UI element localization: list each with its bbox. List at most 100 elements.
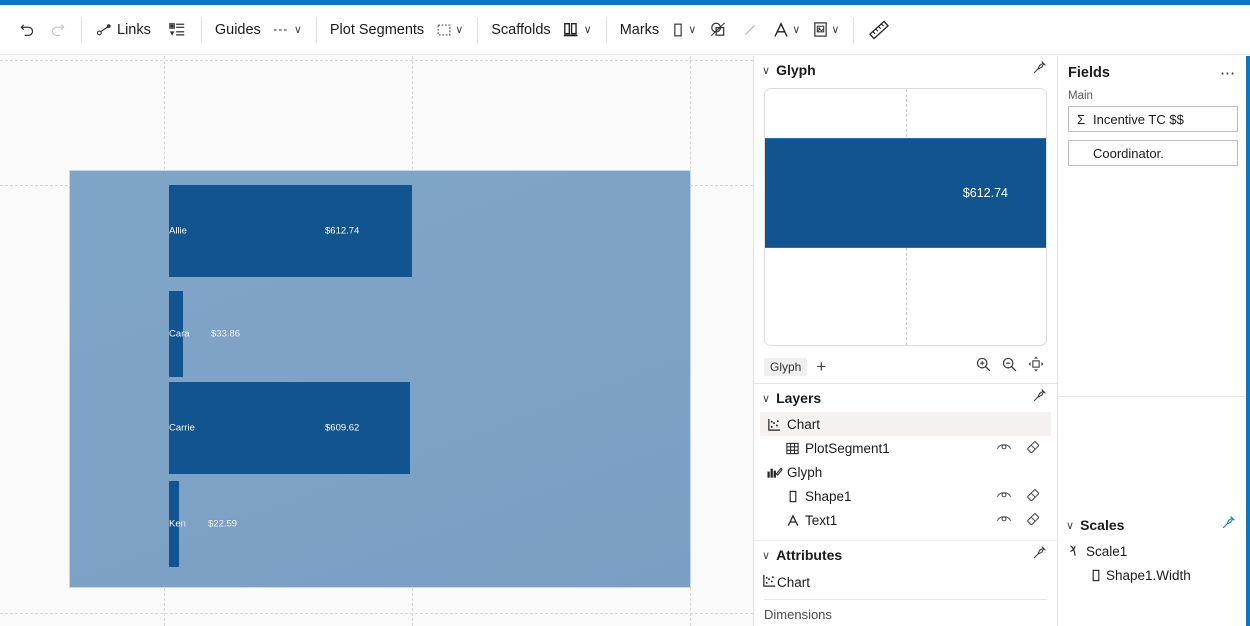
- chevron-down-icon: ∨: [584, 23, 592, 36]
- scatter-chart-icon: [764, 417, 785, 432]
- eraser-icon[interactable]: [1025, 487, 1041, 506]
- bar-row[interactable]: Cara $33.86: [70, 291, 690, 377]
- marks-rectangle-button[interactable]: ∨: [665, 14, 701, 46]
- scaffolds-dropdown-button[interactable]: ∨: [557, 14, 597, 46]
- eraser-icon[interactable]: [1025, 439, 1041, 458]
- bar-mark[interactable]: [169, 382, 410, 474]
- pin-icon[interactable]: [1032, 545, 1047, 565]
- scale-item-shape1-width[interactable]: Shape1.Width: [1058, 563, 1250, 587]
- layer-row-tools: [996, 487, 1045, 506]
- layer-item-text1[interactable]: Text1: [760, 508, 1051, 532]
- legend-icon: [168, 21, 186, 39]
- links-group: Links: [91, 14, 192, 46]
- toolbar-separator: [81, 17, 82, 43]
- main-toolbar: Links Guides: [0, 5, 1250, 55]
- undo-button[interactable]: [12, 14, 42, 46]
- layer-label: Glyph: [787, 465, 1045, 480]
- layer-label: Text1: [805, 513, 996, 528]
- zoom-in-icon[interactable]: [975, 356, 992, 378]
- eye-icon[interactable]: [996, 488, 1012, 504]
- attributes-section-header[interactable]: ∨ Attributes: [754, 541, 1057, 569]
- layer-label: Chart: [787, 417, 1045, 432]
- bar-mark[interactable]: [169, 185, 412, 277]
- glyph-editor-stage[interactable]: $612.74: [764, 88, 1047, 346]
- glyph-section-header[interactable]: ∨ Glyph: [754, 56, 1057, 84]
- chevron-down-icon[interactable]: ∨: [1066, 519, 1074, 532]
- layers-section-title: Layers: [776, 390, 1032, 406]
- canvas-guide-horizontal: [0, 613, 753, 614]
- bar-row[interactable]: Allie $612.74: [70, 185, 690, 277]
- marks-image-button[interactable]: ∨: [807, 14, 844, 46]
- field-chip-coordinator[interactable]: Coordinator.: [1068, 140, 1238, 166]
- scaffolds-label: Scaffolds: [487, 22, 554, 38]
- bar-value-label: $22.59: [208, 519, 237, 530]
- toolbar-separator: [477, 17, 478, 43]
- editor-side-panel: ∨ Glyph $612.74 Glyph +: [753, 56, 1058, 626]
- layer-item-plotsegment1[interactable]: PlotSegment1: [760, 436, 1051, 460]
- links-button[interactable]: Links: [91, 14, 160, 46]
- zoom-out-icon[interactable]: [1001, 356, 1018, 378]
- guides-dropdown-button[interactable]: ∨: [267, 14, 307, 46]
- marks-symbol-button[interactable]: [703, 14, 733, 46]
- rectangle-icon: [670, 21, 686, 39]
- plot-segment-frame[interactable]: Allie $612.74 Cara $33.86 Carrie $609.62…: [69, 170, 691, 588]
- scale-label: Shape1.Width: [1106, 568, 1191, 583]
- fit-to-view-icon[interactable]: [1027, 355, 1045, 378]
- ruler-button[interactable]: [863, 14, 895, 46]
- right-accent-edge: [1246, 56, 1250, 626]
- sigma-icon: Σ: [1069, 112, 1093, 127]
- chevron-down-icon: ∨: [831, 23, 839, 36]
- ruler-icon: [868, 19, 890, 41]
- redo-button[interactable]: [42, 14, 72, 46]
- guides-label: Guides: [211, 22, 265, 38]
- chart-canvas[interactable]: Allie $612.74 Cara $33.86 Carrie $609.62…: [0, 56, 753, 626]
- layer-item-glyph[interactable]: Glyph: [760, 460, 1051, 484]
- marks-group: Marks ∨: [616, 14, 845, 46]
- pin-icon[interactable]: [1221, 515, 1236, 535]
- eraser-icon[interactable]: [1025, 511, 1041, 530]
- attributes-dimensions-label: Dimensions: [754, 600, 1057, 622]
- eye-icon[interactable]: [996, 512, 1012, 528]
- chevron-down-icon[interactable]: ∨: [762, 549, 770, 562]
- text-a-icon: [772, 20, 790, 40]
- layer-label: PlotSegment1: [805, 441, 996, 456]
- chevron-down-icon[interactable]: ∨: [762, 392, 770, 405]
- marks-text-button[interactable]: ∨: [767, 14, 805, 46]
- bar-row[interactable]: Carrie $609.62: [70, 382, 690, 474]
- more-options-icon[interactable]: ⋯: [1220, 64, 1236, 82]
- field-label: Incentive TC $$: [1093, 112, 1184, 127]
- guides-group: Guides ∨: [211, 14, 307, 46]
- pin-icon[interactable]: [1032, 60, 1047, 80]
- chevron-down-icon: ∨: [792, 23, 800, 36]
- glyph-value-label: $612.74: [963, 186, 1008, 200]
- layers-section-header[interactable]: ∨ Layers: [754, 384, 1057, 412]
- bar-value-label: $609.62: [325, 423, 359, 434]
- eye-icon[interactable]: [996, 440, 1012, 456]
- layer-item-chart[interactable]: Chart: [760, 412, 1051, 436]
- glyph-tab[interactable]: Glyph: [764, 358, 807, 376]
- bar-row[interactable]: Ken $22.59: [70, 481, 690, 567]
- bar-value-label: $33.86: [211, 329, 240, 340]
- attributes-object-row[interactable]: Chart: [754, 569, 1057, 595]
- layer-item-shape1[interactable]: Shape1: [760, 484, 1051, 508]
- field-label: Coordinator.: [1093, 146, 1164, 161]
- scale-label: Scale1: [1086, 544, 1127, 559]
- scatter-chart-icon: [762, 573, 777, 591]
- glyph-shape-mark[interactable]: $612.74: [765, 138, 1046, 248]
- rectangle-icon: [1086, 568, 1106, 583]
- layer-row-tools: [996, 511, 1045, 530]
- plot-segments-dropdown-button[interactable]: ∨: [430, 14, 468, 46]
- plot-segments-label: Plot Segments: [326, 22, 428, 38]
- legend-button[interactable]: [162, 14, 192, 46]
- links-icon: [96, 21, 113, 38]
- rectangle-icon: [782, 489, 803, 504]
- marks-line-button[interactable]: [735, 14, 765, 46]
- scale-item-scale1[interactable]: Scale1: [1058, 539, 1250, 563]
- add-glyph-button[interactable]: +: [816, 357, 826, 377]
- chevron-down-icon[interactable]: ∨: [762, 64, 770, 77]
- glyph-zoom-controls: [975, 355, 1045, 378]
- fields-section-title: Fields: [1068, 65, 1220, 81]
- field-chip-incentive[interactable]: Σ Incentive TC $$: [1068, 106, 1238, 132]
- scales-section-header[interactable]: ∨ Scales: [1058, 511, 1250, 539]
- pin-icon[interactable]: [1032, 388, 1047, 408]
